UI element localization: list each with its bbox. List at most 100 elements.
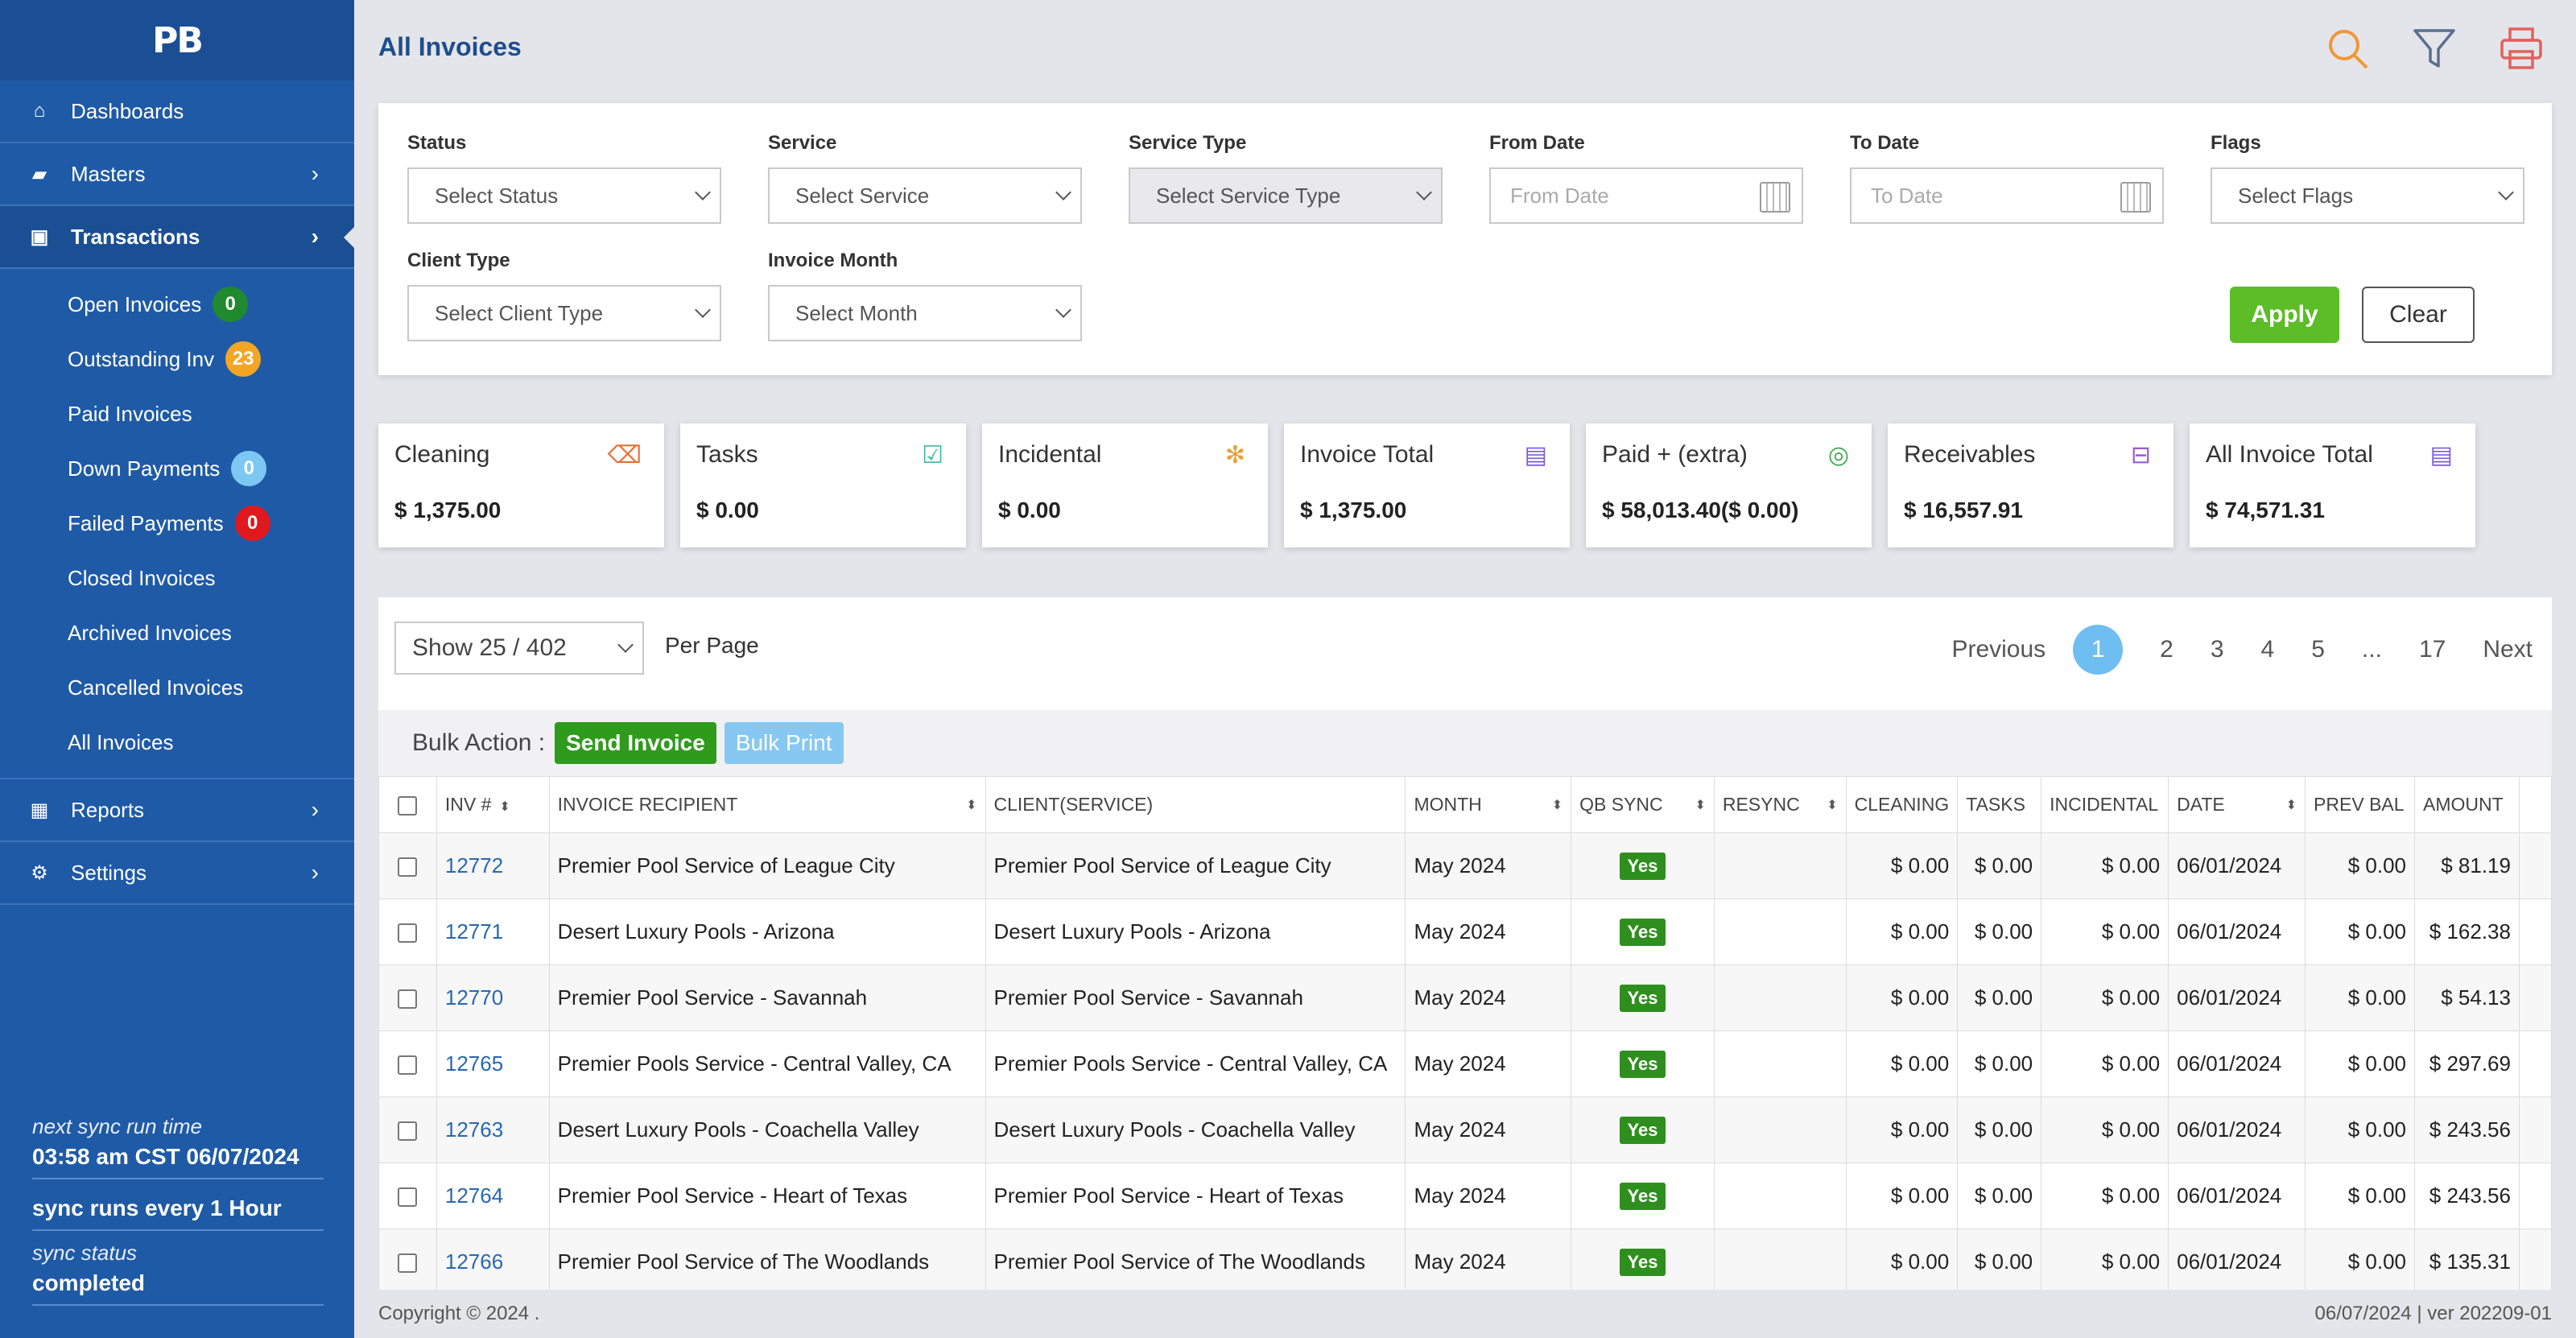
sidebar-item-cancelled-invoices[interactable]: Cancelled Invoices (0, 660, 354, 715)
tasks-cell-text: $ 0.00 (1974, 1051, 2033, 1076)
flags-select[interactable]: Select Flags (2211, 167, 2524, 224)
clear-button[interactable]: Clear (2362, 287, 2475, 343)
col-month[interactable]: MONTH ⬍ (1405, 776, 1572, 833)
row-checkbox[interactable] (398, 1055, 418, 1076)
amount-cell: $ 81.19 (2414, 832, 2520, 899)
page-next[interactable]: Next (2483, 636, 2533, 663)
col-qb-sync[interactable]: QB SYNC ⬍ (1571, 776, 1715, 833)
stat-label: Paid + (extra) (1602, 441, 1748, 468)
tasks-cell: $ 0.00 (1957, 1162, 2042, 1229)
client-service-cell-text: Premier Pools Service - Central Valley, … (993, 1051, 1388, 1076)
invoice-number-link[interactable]: 12766 (445, 1249, 503, 1274)
row-checkbox[interactable] (398, 1121, 418, 1142)
sidebar-item-outstanding-inv[interactable]: Outstanding Inv 23 (0, 332, 354, 386)
nav-masters[interactable]: ▰ Masters › (0, 143, 354, 206)
sort-icon[interactable]: ⬍ (1552, 797, 1563, 813)
invoice-number-link[interactable]: 12771 (445, 919, 503, 944)
invoice-number-link[interactable]: 12765 (445, 1051, 503, 1076)
sidebar-item-all-invoices[interactable]: All Invoices (0, 715, 354, 770)
resync-cell (1713, 1030, 1847, 1097)
service-type-select[interactable]: Select Service Type (1129, 167, 1443, 224)
sidebar-item-archived-invoices[interactable]: Archived Invoices (0, 605, 354, 660)
page-17[interactable]: 17 (2419, 636, 2446, 663)
service-select[interactable]: Select Service (768, 167, 1082, 224)
table-row[interactable]: 12771 Desert Luxury Pools - Arizona Desert… (378, 898, 2552, 965)
col-invoice-recipient[interactable]: INVOICE RECIPIENT ⬍ (548, 776, 986, 833)
row-checkbox[interactable] (398, 923, 418, 944)
page-5[interactable]: 5 (2311, 636, 2325, 663)
chevron-down-icon (695, 302, 711, 318)
select-all-checkbox[interactable] (398, 795, 418, 816)
nav-transactions[interactable]: ▣ Transactions › (0, 206, 354, 269)
invoice-recipient-cell: Desert Luxury Pools - Coachella Valley (548, 1096, 986, 1163)
app-logo[interactable]: PB (0, 0, 354, 81)
overflow-cell (2518, 832, 2552, 899)
month-cell-text: May 2024 (1414, 853, 1506, 878)
sync-status-label: sync status (32, 1241, 138, 1265)
sort-icon[interactable]: ⬍ (966, 797, 976, 813)
filter-icon[interactable] (2412, 26, 2457, 71)
sidebar-item-down-payments[interactable]: Down Payments 0 (0, 441, 354, 496)
table-row[interactable]: 12766 Premier Pool Service of The Woodlan… (378, 1229, 2552, 1290)
table-row[interactable]: 12765 Premier Pools Service - Central Val… (378, 1030, 2552, 1097)
stat-label: Receivables (1904, 441, 2036, 468)
sidebar-item-closed-invoices[interactable]: Closed Invoices (0, 551, 354, 605)
page-3[interactable]: 3 (2211, 636, 2224, 663)
table-row[interactable]: 12763 Desert Luxury Pools - Coachella Val… (378, 1096, 2552, 1163)
apply-button[interactable]: Apply (2230, 287, 2339, 343)
sidebar-item-open-invoices[interactable]: Open Invoices 0 (0, 277, 354, 332)
sort-icon[interactable]: ⬍ (499, 799, 510, 815)
row-checkbox[interactable] (398, 857, 418, 878)
sidebar-item-failed-payments[interactable]: Failed Payments 0 (0, 496, 354, 551)
invoice-number-link[interactable]: 12772 (445, 853, 503, 878)
cleaning-cell: $ 0.00 (1845, 898, 1959, 965)
invoice-number-link: 12763 (436, 1096, 550, 1163)
status-select[interactable]: Select Status (407, 167, 721, 224)
bulk-print-button[interactable]: Bulk Print (724, 722, 844, 764)
table-row[interactable]: 12772 Premier Pool Service of League City… (378, 832, 2552, 899)
sort-icon[interactable]: ⬍ (2286, 797, 2297, 813)
page-previous[interactable]: Previous (1951, 636, 2046, 663)
sort-icon[interactable]: ⬍ (1695, 797, 1705, 813)
row-checkbox[interactable] (398, 1187, 418, 1208)
col-tasks: TASKS (1957, 776, 2042, 833)
to-date-input[interactable]: To Date (1850, 167, 2164, 224)
row-checkbox[interactable] (398, 989, 418, 1010)
calendar-icon[interactable] (1760, 182, 1790, 213)
sort-icon[interactable]: ⬍ (1827, 797, 1837, 813)
nav-settings[interactable]: ⚙ Settings › (0, 842, 354, 905)
send-invoice-button[interactable]: Send Invoice (555, 722, 716, 764)
page-2[interactable]: 2 (2160, 636, 2174, 663)
invoice-number-link: 12764 (436, 1162, 550, 1229)
amount-cell-text: $ 297.69 (2429, 1051, 2511, 1076)
incidental-cell-text: $ 0.00 (2101, 985, 2161, 1010)
invoice-recipient-cell: Premier Pool Service - Heart of Texas (548, 1162, 986, 1229)
col-date[interactable]: DATE ⬍ (2168, 776, 2306, 833)
per-page-select[interactable]: Show 25 / 402 (394, 622, 644, 675)
client-type-select[interactable]: Select Client Type (407, 285, 721, 341)
print-icon[interactable] (2499, 26, 2544, 71)
invoice-number-link[interactable]: 12770 (445, 985, 503, 1010)
select-all-checkbox-cell (378, 776, 437, 833)
nav-dashboards[interactable]: ⌂ Dashboards (0, 81, 354, 143)
invoice-month-select[interactable]: Select Month (768, 285, 1082, 341)
page-1[interactable]: 1 (2073, 625, 2124, 675)
row-checkbox[interactable] (398, 1253, 418, 1274)
broom-icon: ⌫ (607, 442, 642, 469)
col-inv[interactable]: INV # ⬍ (436, 776, 550, 833)
calendar-icon[interactable] (2120, 182, 2151, 213)
table-row[interactable]: 12764 Premier Pool Service - Heart of Tex… (378, 1162, 2552, 1229)
search-icon[interactable] (2325, 26, 2370, 71)
page-4[interactable]: 4 (2261, 636, 2275, 663)
col-resync[interactable]: RESYNC ⬍ (1713, 776, 1847, 833)
count-badge: 0 (234, 506, 270, 541)
bulk-action-bar: Bulk Action : Send Invoice Bulk Print (378, 710, 2552, 776)
sidebar-item-paid-invoices[interactable]: Paid Invoices (0, 386, 354, 441)
invoice-number-link[interactable]: 12764 (445, 1183, 503, 1208)
col-label: RESYNC (1722, 794, 1800, 815)
invoice-number-link[interactable]: 12763 (445, 1117, 503, 1142)
gear-icon: ⚙ (31, 861, 48, 884)
nav-reports[interactable]: ▦ Reports › (0, 779, 354, 842)
table-row[interactable]: 12770 Premier Pool Service - Savannah Prem… (378, 964, 2552, 1031)
from-date-input[interactable]: From Date (1489, 167, 1803, 224)
